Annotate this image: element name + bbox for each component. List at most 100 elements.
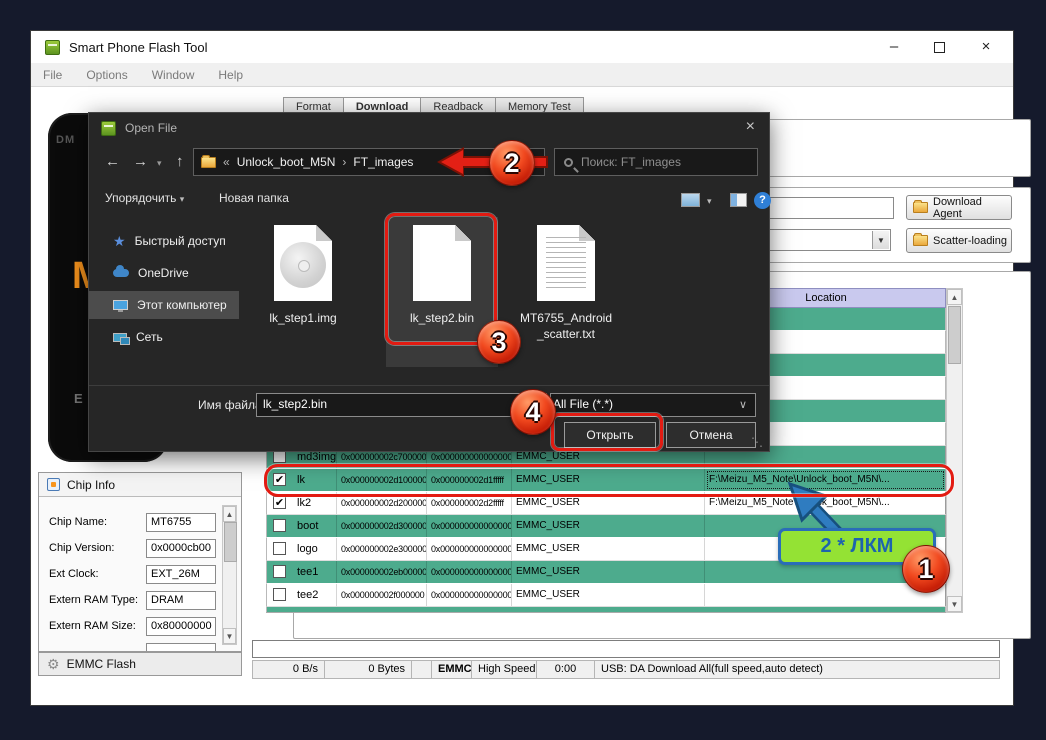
- status-segment-5: 0:00: [537, 660, 595, 679]
- dialog-title: Open File: [125, 121, 178, 135]
- chip-field-value-partial[interactable]: [146, 643, 216, 651]
- breadcrumb-folder[interactable]: Unlock_boot_M5N: [237, 155, 336, 169]
- cell-region: EMMC_USER: [512, 538, 705, 560]
- view-mode-icon[interactable]: [681, 193, 700, 207]
- sidebar-item-cloud[interactable]: OneDrive: [89, 259, 239, 287]
- file-label: _scatter.txt: [536, 327, 596, 341]
- search-icon: [564, 157, 573, 167]
- checkbox-lk2[interactable]: ✔: [273, 496, 286, 509]
- status-segment-6: USB: DA Download All(full speed,auto det…: [595, 660, 1000, 679]
- status-segment-1: 0 Bytes: [325, 660, 412, 679]
- table-bottom-border: [266, 612, 946, 613]
- folder-icon: [913, 200, 928, 213]
- checkbox-tee1[interactable]: [273, 565, 286, 578]
- chip-field-value[interactable]: DRAM: [146, 591, 216, 610]
- progress-bar: [252, 640, 1000, 658]
- emmc-flash-section[interactable]: ⚙ EMMC Flash: [38, 652, 242, 676]
- chip-field-label: Extern RAM Size:: [49, 620, 136, 632]
- chip-field-value[interactable]: EXT_26M: [146, 565, 216, 584]
- annotation-arrow-head: [441, 150, 463, 174]
- sidebar-item-label: Сеть: [136, 330, 163, 344]
- cell-region: EMMC_USER: [512, 584, 705, 606]
- new-folder-button[interactable]: Новая папка: [219, 191, 289, 205]
- status-segment-4: High Speed: [472, 660, 537, 679]
- filetype-value: All File (*.*): [553, 397, 614, 411]
- star-icon: ★: [113, 233, 126, 249]
- file-icon-img: [274, 225, 332, 301]
- page-background: Smart Phone Flash Tool – × File Options Wi…: [0, 0, 1046, 740]
- filename-input[interactable]: lk_step2.bin: [256, 393, 547, 417]
- filename-label: Имя файла:: [198, 398, 265, 412]
- combo-dropdown-arrow[interactable]: ▼: [872, 231, 889, 249]
- dialog-close-icon[interactable]: ×: [746, 118, 755, 136]
- chip-field-value[interactable]: 0x0000cb00: [146, 539, 216, 558]
- help-icon[interactable]: ?: [754, 192, 771, 209]
- folder-icon: [201, 154, 216, 168]
- sidebar-item-label: Быстрый доступ: [134, 234, 226, 248]
- search-box[interactable]: Поиск: FT_images: [554, 148, 758, 176]
- organize-menu[interactable]: Упорядочить ▾: [105, 191, 184, 205]
- status-segment-0: 0 B/s: [252, 660, 325, 679]
- scroll-down-arrow[interactable]: ▼: [223, 628, 236, 644]
- dialog-title-bar: Open File ×: [89, 113, 769, 143]
- menu-item-file[interactable]: File: [43, 68, 62, 82]
- cancel-button[interactable]: Отмена: [666, 422, 756, 448]
- chip-info-header[interactable]: Chip Info: [39, 473, 241, 497]
- breadcrumb-chevrons[interactable]: «: [223, 155, 230, 169]
- checkbox-logo[interactable]: [273, 542, 286, 555]
- chip-field-value[interactable]: 0x80000000: [146, 617, 216, 636]
- cell-begin: 0x000000002e300000: [337, 538, 427, 560]
- menu-item-window[interactable]: Window: [152, 68, 195, 82]
- file-item-lk-step1-img[interactable]: lk_step1.img: [253, 217, 353, 367]
- phone-top-text: DM: [56, 134, 76, 146]
- phone-bottom-text: E: [74, 391, 83, 406]
- close-button[interactable]: ×: [973, 38, 999, 55]
- title-bar: Smart Phone Flash Tool – ×: [31, 31, 1013, 63]
- cell-region: EMMC_USER: [512, 515, 705, 537]
- cell-end: 0x0000000000000000: [427, 538, 512, 560]
- resize-grip[interactable]: ⋱: [751, 435, 763, 449]
- table-row-tee2[interactable]: tee2 0x000000002f000000 0x0000000000000000…: [266, 584, 946, 607]
- view-caret-icon[interactable]: ▾: [707, 196, 712, 207]
- menu-item-options[interactable]: Options: [86, 68, 127, 82]
- checkbox-tee2[interactable]: [273, 588, 286, 601]
- chip-field-label: Ext Clock:: [49, 568, 99, 580]
- checkbox-boot[interactable]: [273, 519, 286, 532]
- scrollbar-thumb[interactable]: [224, 522, 237, 562]
- scroll-up-arrow[interactable]: ▲: [947, 289, 962, 305]
- page-fold-icon: [316, 225, 332, 241]
- breadcrumb-current-folder[interactable]: FT_images: [353, 155, 413, 169]
- cell-name: logo: [293, 538, 337, 560]
- chevron-down-icon: ∨: [738, 399, 747, 411]
- minimize-button[interactable]: –: [881, 38, 907, 55]
- file-label: MT6755_Android: [519, 311, 613, 325]
- window-title: Smart Phone Flash Tool: [69, 39, 208, 55]
- preview-pane-icon[interactable]: [730, 193, 747, 207]
- file-item-mt6755-android[interactable]: MT6755_Android _scatter.txt: [506, 217, 626, 367]
- gear-icon: ⚙: [47, 656, 60, 672]
- chip-info-scrollbar[interactable]: ▲ ▼: [222, 505, 237, 645]
- back-button[interactable]: ←: [105, 153, 120, 170]
- forward-button[interactable]: →: [133, 153, 148, 170]
- sidebar-item-star[interactable]: ★ Быстрый доступ: [89, 227, 239, 255]
- up-button[interactable]: ↑: [176, 153, 184, 170]
- sidebar-item-network[interactable]: Сеть: [89, 323, 239, 351]
- network-icon: [113, 332, 130, 345]
- scatter-loading-button[interactable]: Scatter-loading: [906, 228, 1012, 253]
- scrollbar-thumb[interactable]: [948, 306, 961, 364]
- scroll-up-arrow[interactable]: ▲: [223, 506, 236, 522]
- scroll-down-arrow[interactable]: ▼: [947, 596, 962, 612]
- download-agent-button[interactable]: Download Agent: [906, 195, 1012, 220]
- menu-item-help[interactable]: Help: [218, 68, 243, 82]
- download-agent-label: Download Agent: [933, 195, 982, 220]
- annotation-box-file: [385, 213, 497, 345]
- menu-bar: File Options Window Help: [31, 63, 1013, 87]
- monitor-icon: [113, 300, 128, 312]
- history-caret-icon[interactable]: ▾: [157, 158, 162, 169]
- sidebar-item-monitor[interactable]: Этот компьютер: [89, 291, 239, 319]
- chip-field-label: Chip Version:: [49, 542, 115, 554]
- maximize-button[interactable]: [934, 42, 945, 53]
- emmc-flash-label: EMMC Flash: [66, 657, 136, 671]
- chip-field-value[interactable]: MT6755: [146, 513, 216, 532]
- app-icon: [45, 39, 60, 55]
